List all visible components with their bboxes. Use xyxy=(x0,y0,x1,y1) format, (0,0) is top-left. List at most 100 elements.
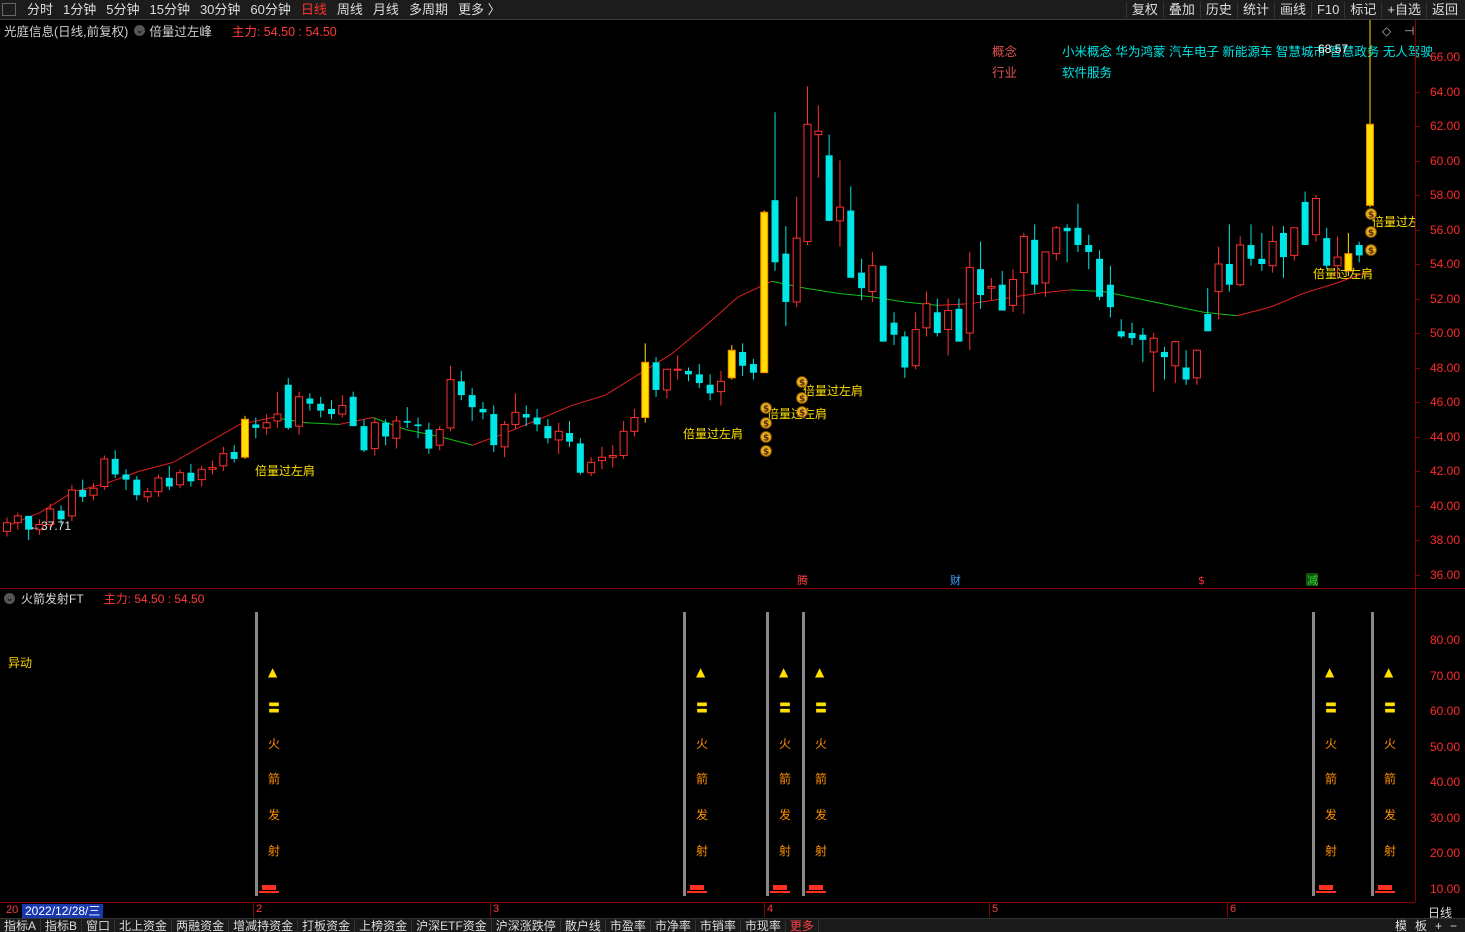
rocket-char: 火 xyxy=(815,737,827,751)
signal-label: 倍量过左肩 xyxy=(1313,266,1373,281)
bottom-right-button-0[interactable]: 模 xyxy=(1391,919,1411,932)
tab-timeframe-0[interactable]: 分时 xyxy=(22,2,58,18)
rocket-base xyxy=(1378,885,1392,890)
bottom-tab-4[interactable]: 两融资金 xyxy=(172,918,230,932)
rocket-char: 发 xyxy=(779,807,791,822)
candle-body xyxy=(1290,227,1299,256)
rocket-char: 火 xyxy=(1384,737,1396,751)
ma-line-segment xyxy=(1037,289,1071,294)
tab-timeframe-6[interactable]: 日线 xyxy=(296,2,332,18)
tab-timeframe-4[interactable]: 30分钟 xyxy=(195,2,245,18)
tab-timeframe-9[interactable]: 多周期 xyxy=(404,2,453,18)
window-menu-icon[interactable] xyxy=(2,3,16,16)
bottom-right-button-1[interactable]: 板 xyxy=(1411,919,1431,932)
tab-timeframe-5[interactable]: 60分钟 xyxy=(245,2,295,18)
candle-body xyxy=(57,510,65,520)
money-bag-icon-glyph: $ xyxy=(763,420,769,430)
tab-timeframe-2[interactable]: 5分钟 xyxy=(101,2,144,18)
candle-body xyxy=(933,312,941,333)
candle-body xyxy=(338,404,347,415)
candle-body xyxy=(576,443,584,473)
tab-timeframe-10[interactable]: 更多 〉 xyxy=(453,2,506,18)
event-marker: $ xyxy=(1198,574,1205,587)
candle-body xyxy=(1355,245,1363,256)
tab-timeframe-7[interactable]: 周线 xyxy=(332,2,368,18)
candlestick-chart[interactable]: 倍量过左肩倍量过左肩倍量过左肩倍量过左肩倍量过左肩倍量过左肩$$$$$$$$$$… xyxy=(0,20,1415,588)
rocket-char: 射 xyxy=(268,843,280,858)
ma-line-segment xyxy=(206,423,240,444)
price-tick-mark xyxy=(1415,471,1420,472)
rocket-char: 箭 xyxy=(1384,771,1396,786)
bottom-tab-3[interactable]: 北上资金 xyxy=(115,918,173,932)
candle-body xyxy=(608,454,617,458)
rocket-char: 火 xyxy=(779,737,791,751)
candle-body xyxy=(219,453,228,467)
candle-body xyxy=(306,398,314,404)
candle-body xyxy=(1160,351,1168,358)
tab-timeframe-8[interactable]: 月线 xyxy=(368,2,404,18)
bottom-right-button-3[interactable]: − xyxy=(1446,919,1461,932)
bottom-tab-14[interactable]: 市现率 xyxy=(741,918,786,932)
rocket-indicator-chart[interactable]: ▲ 〓火箭发射 ▲ 〓火箭发射 ▲ 〓火箭发射 ▲ 〓火箭发射 ▲ 〓火箭发射 ▲ 〓火箭发射 xyxy=(0,592,1415,902)
rocket-char: ▲ xyxy=(779,665,789,679)
candle-body xyxy=(566,433,574,442)
bottom-tab-11[interactable]: 市盈率 xyxy=(606,918,651,932)
money-bag-icon-glyph: $ xyxy=(799,379,805,389)
candle-body xyxy=(468,395,476,408)
tab-timeframe-1[interactable]: 1分钟 xyxy=(58,2,101,18)
tab-timeframe-3[interactable]: 15分钟 xyxy=(144,2,194,18)
candle-body xyxy=(240,418,249,458)
price-tick-mark xyxy=(1415,540,1420,541)
rocket-char: 箭 xyxy=(696,771,708,786)
right-price-scale[interactable] xyxy=(1415,20,1465,902)
candle-body xyxy=(814,130,823,136)
candle-body xyxy=(328,408,336,415)
bottom-tab-7[interactable]: 上榜资金 xyxy=(355,918,413,932)
ma-line-segment xyxy=(605,373,639,396)
candle-body xyxy=(1031,239,1039,285)
bottom-tab-0[interactable]: 指标A xyxy=(0,918,42,932)
candle-body xyxy=(165,477,173,487)
event-marker: 减 xyxy=(1307,574,1318,587)
bottom-tab-1[interactable]: 指标B xyxy=(41,918,83,932)
candle-body xyxy=(587,461,596,474)
bottom-right-button-2[interactable]: + xyxy=(1431,919,1446,932)
bottom-tab-2[interactable]: 窗口 xyxy=(82,918,116,932)
candle-body xyxy=(1204,314,1212,332)
rocket-bar xyxy=(802,612,805,896)
bottom-tab-9[interactable]: 沪深涨跌停 xyxy=(492,918,561,932)
candle-body xyxy=(1214,263,1223,293)
bottom-tab-12[interactable]: 市净率 xyxy=(651,918,696,932)
bottom-tab-5[interactable]: 增减持资金 xyxy=(229,918,299,932)
bottom-tab-10[interactable]: 散户线 xyxy=(561,918,606,932)
bottom-tab-6[interactable]: 打板资金 xyxy=(298,918,356,932)
price-tick-mark xyxy=(1415,333,1420,334)
candle-body xyxy=(533,417,541,425)
candle-body xyxy=(349,396,357,427)
candle-body xyxy=(3,522,11,532)
tool-button-0[interactable]: 复权 xyxy=(1125,2,1163,18)
rocket-base xyxy=(690,885,704,890)
candle-body xyxy=(176,472,185,486)
price-tick: 58.00 xyxy=(1430,188,1461,202)
candle-body xyxy=(901,336,909,368)
tool-button-4[interactable]: 画线 xyxy=(1273,2,1311,18)
ma-line-segment xyxy=(1170,304,1204,313)
tool-button-1[interactable]: 叠加 xyxy=(1162,2,1200,18)
tool-button-8[interactable]: 返回 xyxy=(1425,2,1463,18)
tool-button-3[interactable]: 统计 xyxy=(1236,2,1274,18)
tool-button-6[interactable]: 标记 xyxy=(1344,2,1381,18)
bottom-tab-13[interactable]: 市销率 xyxy=(696,918,741,932)
rocket-bar xyxy=(683,612,686,896)
candle-body xyxy=(262,422,271,429)
tool-button-5[interactable]: F10 xyxy=(1310,2,1344,18)
candle-body xyxy=(479,408,487,413)
bottom-tab-15[interactable]: 更多 xyxy=(786,918,819,932)
bottom-tab-8[interactable]: 沪深ETF资金 xyxy=(412,918,492,932)
candle-body xyxy=(1366,123,1374,206)
ma-line-segment xyxy=(405,429,440,437)
month-tick-mark xyxy=(1227,903,1228,917)
tool-button-7[interactable]: +自选 xyxy=(1381,2,1426,18)
candle-body xyxy=(1323,238,1331,266)
tool-button-2[interactable]: 历史 xyxy=(1199,2,1237,18)
